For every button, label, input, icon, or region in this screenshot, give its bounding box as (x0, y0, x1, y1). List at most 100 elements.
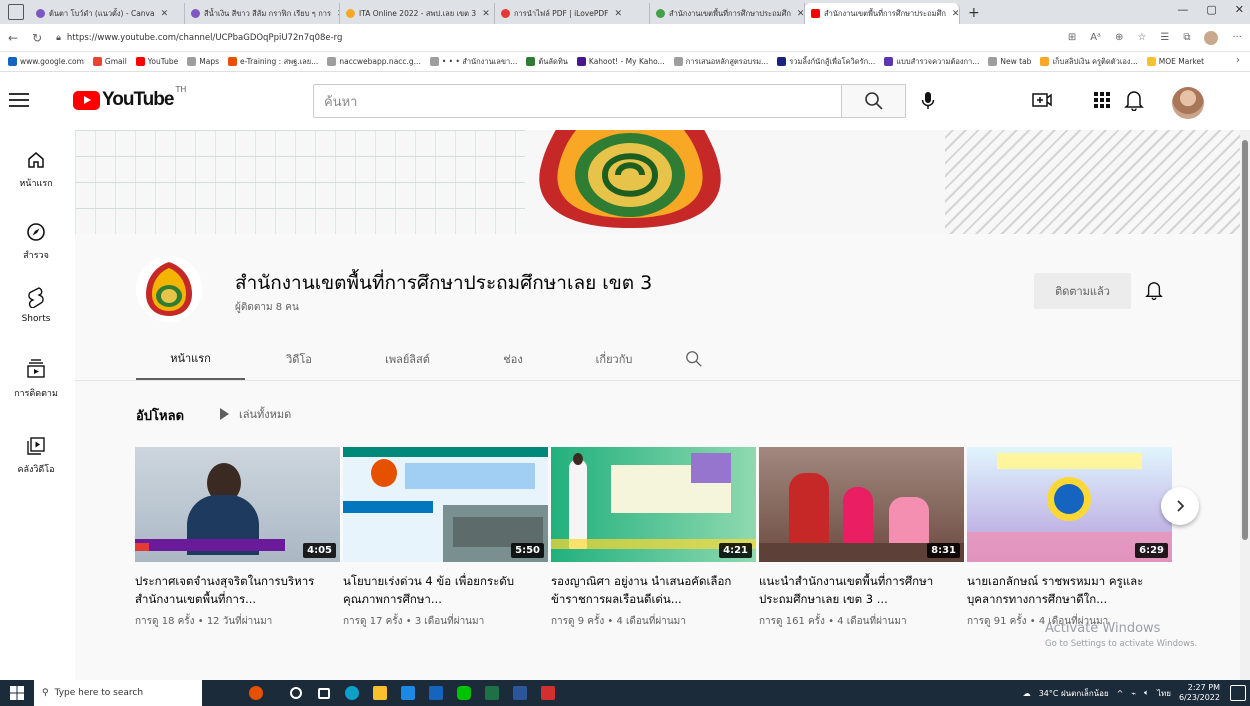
search-button[interactable] (842, 84, 906, 118)
search-input[interactable]: ค้นหา (313, 84, 842, 118)
url-field[interactable]: 🔒︎ https://www.youtube.com/channel/UCPba… (56, 33, 1068, 43)
read-aloud-icon[interactable]: Aᵃ (1090, 32, 1101, 43)
video-title[interactable]: รองญาณิศา อยู่งาน นำเสนอคัดเลือกข้าราชกา… (551, 572, 756, 608)
youtube-logo[interactable]: YouTube TH (73, 85, 186, 111)
scrollbar-thumb[interactable] (1242, 140, 1248, 540)
create-video-button[interactable] (1031, 89, 1053, 115)
taskbar-app-edge[interactable] (338, 680, 366, 706)
video-card[interactable]: 6:29 นายเอกลักษณ์ ราชพรหมมา ครูและบุคลาก… (967, 447, 1172, 629)
voice-search-button[interactable] (916, 89, 940, 113)
bookmark-moe-market[interactable]: MOE Market (1146, 57, 1204, 66)
bookmark-course[interactable]: การเสนอหลักสูตรอบรม... (673, 56, 768, 68)
menu-icon[interactable] (6, 89, 32, 111)
task-view-button[interactable] (310, 680, 338, 706)
close-tab-icon[interactable]: ✕ (482, 9, 490, 19)
restore-icon[interactable]: ▢ (1206, 3, 1216, 16)
input-language[interactable]: ไทย (1157, 687, 1171, 700)
video-title[interactable]: นายเอกลักษณ์ ราชพรหมมา ครูและบุคลากรทางก… (967, 572, 1172, 608)
subscribed-button[interactable]: ติดตามแล้ว (1034, 273, 1131, 309)
browser-tab-ita[interactable]: ITA Online 2022 - สพป.เลย เขต 3 ✕ (340, 3, 495, 24)
more-options-icon[interactable]: ··· (1232, 32, 1242, 43)
tab-videos[interactable]: วิดีโอ (245, 338, 353, 380)
start-button[interactable] (0, 680, 34, 706)
tab-channels[interactable]: ช่อง (462, 338, 564, 380)
taskbar-search[interactable]: ⚲ Type here to search (34, 680, 202, 706)
show-hidden-icons[interactable]: ^ (1117, 689, 1124, 698)
bookmark-slip[interactable]: เก็บสลิปเงิน ครูติดตัวเอง... (1040, 56, 1138, 68)
video-thumbnail[interactable]: 5:50 (343, 447, 548, 562)
volume-icon[interactable]: 🔈︎ (1144, 688, 1149, 698)
taskbar-app-store[interactable] (394, 680, 422, 706)
tab-actions-button[interactable] (8, 4, 24, 20)
video-thumbnail[interactable]: 4:21 (551, 447, 756, 562)
nav-item-explore[interactable]: สำรวจ (0, 222, 72, 262)
nav-item-subscriptions[interactable]: การติดตาม (0, 358, 72, 400)
more-bookmarks-icon[interactable]: › (1236, 55, 1240, 66)
channel-avatar[interactable] (136, 256, 202, 322)
close-tab-icon[interactable]: ✕ (161, 9, 169, 19)
taskbar-app-fruit[interactable] (242, 680, 270, 706)
video-card[interactable]: 8:31 แนะนำสำนักงานเขตพื้นที่การศึกษาประถ… (759, 447, 964, 629)
notification-center-icon[interactable] (1230, 685, 1246, 701)
close-tab-icon[interactable]: ✕ (952, 9, 959, 19)
browser-profile-avatar[interactable] (1204, 30, 1219, 45)
taskbar-app-mail[interactable] (422, 680, 450, 706)
new-tab-button[interactable]: + (960, 3, 988, 24)
back-icon[interactable]: ← (8, 31, 18, 45)
bookmark-kahoot[interactable]: Kahoot! - My Kaho... (576, 57, 665, 66)
close-tab-icon[interactable]: ✕ (614, 9, 622, 19)
video-card[interactable]: 5:50 นโยบายเร่งด่วน 4 ข้อ เพื่อยกระดับคุ… (343, 447, 548, 629)
taskbar-clock[interactable]: 2:27 PM 6/23/2022 (1179, 683, 1220, 703)
taskbar-app-explorer[interactable] (366, 680, 394, 706)
shelf-title[interactable]: อัปโหลด (136, 405, 184, 426)
browser-tab-youtube-active[interactable]: สำนักงานเขตพื้นที่การศึกษาประถมศึก ✕ (805, 3, 960, 24)
favorites-list-icon[interactable]: ☰ (1160, 32, 1169, 43)
notifications-button[interactable] (1124, 89, 1144, 115)
tab-search[interactable] (664, 338, 724, 380)
collections-icon[interactable]: ⧉ (1183, 32, 1190, 43)
minimize-icon[interactable]: — (1177, 3, 1188, 16)
channel-notification-button[interactable] (1145, 280, 1163, 304)
taskbar-app-snip[interactable] (534, 680, 562, 706)
bookmark-tonlattin[interactable]: ต้นลัดทิน (526, 56, 568, 68)
close-window-icon[interactable]: ✕ (1235, 3, 1244, 16)
bookmark-google[interactable]: www.google.com (8, 57, 84, 66)
video-thumbnail[interactable]: 4:05 (135, 447, 340, 562)
video-title[interactable]: แนะนำสำนักงานเขตพื้นที่การศึกษาประถมศึกษ… (759, 572, 964, 608)
bookmark-covid-links[interactable]: รวมลิ้งก์นักสู้เพื่อโควิดรัก... (777, 56, 875, 68)
browser-tab-canva-2[interactable]: สีน้ำเงิน สีขาว สีส้ม กราฟิก เรียบ ๆ การ… (185, 3, 340, 24)
browser-tab-obec[interactable]: สำนักงานเขตพื้นที่การศึกษาประถมศึก ✕ (650, 3, 805, 24)
nav-item-home[interactable]: หน้าแรก (0, 150, 72, 190)
nav-item-shorts[interactable]: Shorts (0, 286, 72, 324)
bookmark-newtab[interactable]: New tab (988, 57, 1031, 66)
cortana-button[interactable] (282, 680, 310, 706)
bookmark-youtube[interactable]: YouTube (135, 57, 178, 66)
bookmark-gmail[interactable]: Gmail (92, 57, 127, 66)
video-card[interactable]: 4:05 ประกาศเจตจำนงสุจริตในการบริหารสำนัก… (135, 447, 340, 629)
nav-item-library[interactable]: คลังวิดีโอ (0, 436, 72, 476)
bookmark-office[interactable]: • • • สำนักงานเลขา... (429, 56, 517, 68)
video-thumbnail[interactable]: 6:29 (967, 447, 1172, 562)
tab-home[interactable]: หน้าแรก (136, 338, 245, 380)
taskbar-app-excel[interactable] (478, 680, 506, 706)
browser-tab-ilovepdf[interactable]: การนำไฟล์ PDF | iLovePDF ✕ (495, 3, 650, 24)
taskbar-app-line[interactable] (450, 680, 478, 706)
bookmark-maps[interactable]: Maps (187, 57, 219, 66)
zoom-icon[interactable]: ⊕ (1115, 32, 1123, 43)
next-videos-button[interactable] (1161, 487, 1199, 525)
account-avatar[interactable] (1172, 87, 1204, 119)
bookmark-survey[interactable]: แบบสำรวจความต้องกา... (884, 56, 979, 68)
video-thumbnail[interactable]: 8:31 (759, 447, 964, 562)
tab-about[interactable]: เกี่ยวกับ (564, 338, 664, 380)
network-icon[interactable]: ⌁ (1131, 689, 1136, 698)
play-all-button[interactable]: เล่นทั้งหมด (220, 405, 291, 423)
apps-icon[interactable]: ⊞ (1068, 32, 1076, 43)
apps-button[interactable] (1091, 89, 1113, 115)
browser-tab-canva[interactable]: ต้นตา โบว์ดำ (แนวตั้ง) - Canva ✕ (30, 3, 185, 24)
video-card[interactable]: 4:21 รองญาณิศา อยู่งาน นำเสนอคัดเลือกข้า… (551, 447, 756, 629)
refresh-icon[interactable]: ↻ (32, 31, 42, 45)
taskbar-app-word[interactable] (506, 680, 534, 706)
close-tab-icon[interactable]: ✕ (797, 9, 804, 19)
tab-playlists[interactable]: เพลย์ลิสต์ (353, 338, 462, 380)
page-scrollbar[interactable] (1240, 130, 1250, 680)
